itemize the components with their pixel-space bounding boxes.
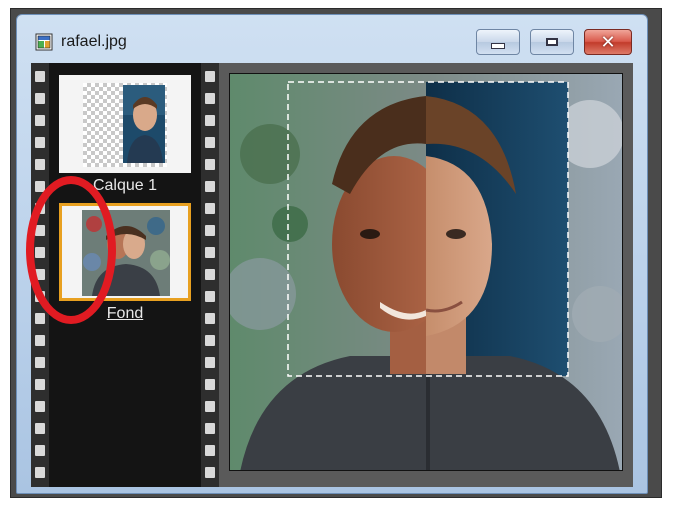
close-button[interactable]: ✕ xyxy=(584,29,632,55)
sprocket-hole xyxy=(35,445,45,456)
sprocket-hole xyxy=(205,445,215,456)
sprocket-hole xyxy=(205,137,215,148)
window-client-area: Calque 1 Fond xyxy=(31,63,633,487)
sprocket-hole xyxy=(35,401,45,412)
layer-thumbnail xyxy=(59,75,191,173)
sprocket-hole xyxy=(35,357,45,368)
sprocket-hole xyxy=(35,93,45,104)
filmstrip-sprockets-right xyxy=(201,63,219,487)
sprocket-hole xyxy=(205,357,215,368)
sprocket-hole xyxy=(205,247,215,258)
sprocket-hole xyxy=(35,335,45,346)
image-canvas[interactable] xyxy=(229,73,623,471)
sprocket-hole xyxy=(205,115,215,126)
image-file-icon xyxy=(35,33,53,51)
sprocket-hole xyxy=(205,71,215,82)
sprocket-hole xyxy=(205,401,215,412)
sprocket-hole xyxy=(205,181,215,192)
sprocket-hole xyxy=(35,423,45,434)
red-annotation-circle xyxy=(26,176,116,324)
sprocket-hole xyxy=(205,203,215,214)
minimize-button[interactable] xyxy=(476,29,520,55)
minimize-icon xyxy=(491,43,505,49)
sprocket-hole xyxy=(205,93,215,104)
sprocket-hole xyxy=(205,225,215,236)
title-bar[interactable]: rafael.jpg ✕ xyxy=(17,15,647,63)
window-title: rafael.jpg xyxy=(61,33,127,50)
sprocket-hole xyxy=(205,269,215,280)
composite-photo xyxy=(230,74,622,470)
sprocket-hole xyxy=(205,423,215,434)
layer-photo-thumbnail xyxy=(123,85,165,163)
sprocket-hole xyxy=(35,313,45,324)
maximize-icon xyxy=(546,38,558,46)
sprocket-hole xyxy=(35,159,45,170)
sprocket-hole xyxy=(35,115,45,126)
sprocket-hole xyxy=(35,71,45,82)
sprocket-hole xyxy=(35,137,45,148)
maximize-button[interactable] xyxy=(530,29,574,55)
sprocket-hole xyxy=(35,467,45,478)
sprocket-hole xyxy=(205,379,215,390)
sprocket-hole xyxy=(205,467,215,478)
sprocket-hole xyxy=(205,313,215,324)
close-icon: ✕ xyxy=(600,32,616,52)
sprocket-hole xyxy=(205,159,215,170)
sprocket-hole xyxy=(205,335,215,346)
sprocket-hole xyxy=(205,291,215,302)
sprocket-hole xyxy=(35,379,45,390)
